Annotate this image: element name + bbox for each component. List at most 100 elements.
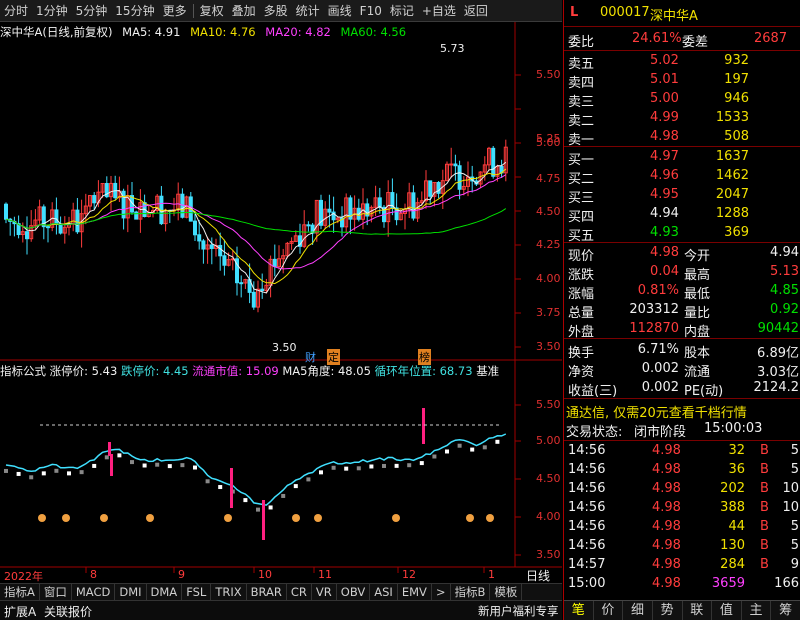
quote-fundamental-row[interactable]: 净资 0.002 流通 3.03亿 [564, 360, 800, 380]
tab-trix[interactable]: TRIX [211, 584, 247, 600]
quote-tab[interactable]: 主 [742, 601, 772, 620]
quote-stat-row[interactable]: 涨幅 0.81% 最低 4.85 [564, 282, 800, 302]
quote-fundamental-row[interactable]: 换手 6.71% 股本 6.89亿 [564, 341, 800, 361]
tick-time: 14:56 [568, 481, 606, 496]
tick-row[interactable]: 14:56 4.98 36 B 5 [564, 461, 800, 480]
tab-vr[interactable]: VR [312, 584, 337, 600]
quote-tab[interactable]: 笔 [564, 601, 594, 620]
indicator-block [243, 498, 248, 503]
indicator-block [193, 465, 197, 470]
tick-row[interactable]: 14:56 4.98 202 B 10 [564, 480, 800, 499]
tab-template[interactable]: 模板 [490, 584, 523, 600]
promo-link[interactable]: 新用户福利专享 [478, 603, 559, 619]
tab-emv[interactable]: EMV [398, 584, 432, 600]
tab-asi[interactable]: ASI [370, 584, 398, 600]
tab-indicator-a[interactable]: 指标A [0, 584, 40, 600]
toolbar-item-stats[interactable]: 统计 [292, 0, 324, 22]
toolbar-item-back[interactable]: 返回 [460, 0, 492, 22]
bid-level-row[interactable]: 买四 4.94 1288 [564, 205, 800, 225]
tab-fsl[interactable]: FSL [182, 584, 212, 600]
related-quote-button[interactable]: 关联报价 [44, 603, 92, 620]
toolbar-item-mark[interactable]: 标记 [386, 0, 418, 22]
stat-value: 4.98 [650, 245, 679, 260]
indicator-block [130, 460, 134, 465]
candle-body [453, 163, 458, 167]
tick-time: 15:00 [568, 576, 606, 591]
limit-up-price: 涨停价: 5.43 [49, 364, 118, 378]
toolbar-item-draw[interactable]: 画线 [324, 0, 356, 22]
tab-brar[interactable]: BRAR [247, 584, 287, 600]
indicator-name[interactable]: 指标公式 [0, 364, 46, 378]
quote-tab[interactable]: 联 [683, 601, 713, 620]
quote-tab[interactable]: 值 [712, 601, 742, 620]
toolbar-item-more[interactable]: 更多 [159, 0, 191, 22]
stat-label: PE(动) [684, 384, 724, 399]
tab-dmi[interactable]: DMI [115, 584, 147, 600]
toolbar-item-intraday[interactable]: 分时 [0, 0, 32, 22]
tab-window[interactable]: 窗口 [40, 584, 72, 600]
toolbar-item-add-watch[interactable]: +自选 [418, 0, 460, 22]
period-label[interactable]: 日线 [526, 567, 550, 584]
tick-row[interactable]: 14:57 4.98 284 B 9 [564, 556, 800, 575]
quote-tab[interactable]: 细 [623, 601, 653, 620]
tab-dma[interactable]: DMA [147, 584, 183, 600]
ask-level-volume: 508 [724, 129, 749, 144]
ask-level-label: 卖五 [568, 57, 595, 72]
kline-chart[interactable] [0, 22, 562, 583]
quote-flag: L [570, 5, 579, 20]
bid-level-row[interactable]: 买二 4.96 1462 [564, 167, 800, 187]
hand-signal-icon [392, 514, 400, 522]
price-axis-label: 4.75 [536, 172, 561, 185]
tab-indicator-b[interactable]: 指标B [451, 584, 491, 600]
candle-body [239, 282, 244, 285]
quote-fundamental-row[interactable]: 收益(三) 0.002 PE(动) 2124.2 [564, 379, 800, 399]
toolbar-item-multi[interactable]: 多股 [260, 0, 292, 22]
indicator-block [445, 449, 449, 454]
ask-level-price: 4.99 [650, 110, 679, 125]
indicator-block [117, 453, 122, 458]
toolbar-item-5min[interactable]: 5分钟 [72, 0, 112, 22]
bid-level-row[interactable]: 买一 4.97 1637 [564, 148, 800, 168]
tick-row[interactable]: 14:56 4.98 44 B 5 [564, 518, 800, 537]
tick-row[interactable]: 15:00 4.98 3659 166 [564, 575, 800, 594]
indicator-block [293, 484, 298, 489]
toolbar-item-1min[interactable]: 1分钟 [32, 0, 72, 22]
tick-price: 4.98 [652, 481, 681, 496]
quote-tab[interactable]: 势 [653, 601, 683, 620]
toolbar-item-15min[interactable]: 15分钟 [111, 0, 158, 22]
bid-level-row[interactable]: 买五 4.93 369 [564, 224, 800, 244]
tick-row[interactable]: 14:56 4.98 388 B 10 [564, 499, 800, 518]
indicator-block [256, 507, 260, 512]
tab-more[interactable]: > [432, 584, 451, 600]
tab-cr[interactable]: CR [287, 584, 312, 600]
ask-level-price: 4.98 [650, 129, 679, 144]
tick-row[interactable]: 14:56 4.98 32 B 5 [564, 442, 800, 461]
quote-stat-row[interactable]: 外盘 112870 内盘 90442 [564, 320, 800, 340]
promo-banner[interactable]: 通达信, 仅需20元查看千档行情 [564, 401, 800, 421]
ask-level-row[interactable]: 卖五 5.02 932 [564, 52, 800, 72]
quote-tab[interactable]: 筹 [771, 601, 800, 620]
toolbar-item-overlay[interactable]: 叠加 [228, 0, 260, 22]
quote-stat-row[interactable]: 总量 203312 量比 0.92 [564, 301, 800, 321]
expand-button[interactable]: 扩展A [4, 603, 36, 620]
ask-level-row[interactable]: 卖四 5.01 197 [564, 71, 800, 91]
quote-stat-row[interactable]: 涨跌 0.04 最高 5.13 [564, 263, 800, 283]
tab-macd[interactable]: MACD [72, 584, 116, 600]
indicator-block [167, 464, 172, 469]
toolbar-item-f10[interactable]: F10 [356, 0, 386, 22]
ask-level-row[interactable]: 卖三 5.00 946 [564, 90, 800, 110]
bid-level-row[interactable]: 买三 4.95 2047 [564, 186, 800, 206]
ask-level-row[interactable]: 卖一 4.98 508 [564, 128, 800, 148]
quote-stat-row[interactable]: 现价 4.98 今开 4.94 [564, 244, 800, 264]
quote-bottom-tabs: 笔价细势联值主筹 [564, 600, 800, 620]
bid-level-label: 买一 [568, 153, 595, 168]
tick-row[interactable]: 14:56 4.98 130 B 5 [564, 537, 800, 556]
tick-volume: 130 [720, 538, 745, 553]
toolbar-item-adjust[interactable]: 复权 [196, 0, 228, 22]
ask-level-row[interactable]: 卖二 4.99 1533 [564, 109, 800, 129]
tab-obv[interactable]: OBV [337, 584, 371, 600]
tick-count: 5 [790, 443, 799, 458]
promo-text[interactable]: 通达信, 仅需20元查看千档行情 [566, 402, 747, 421]
price-axis-label: 4.25 [536, 238, 561, 251]
quote-tab[interactable]: 价 [594, 601, 624, 620]
